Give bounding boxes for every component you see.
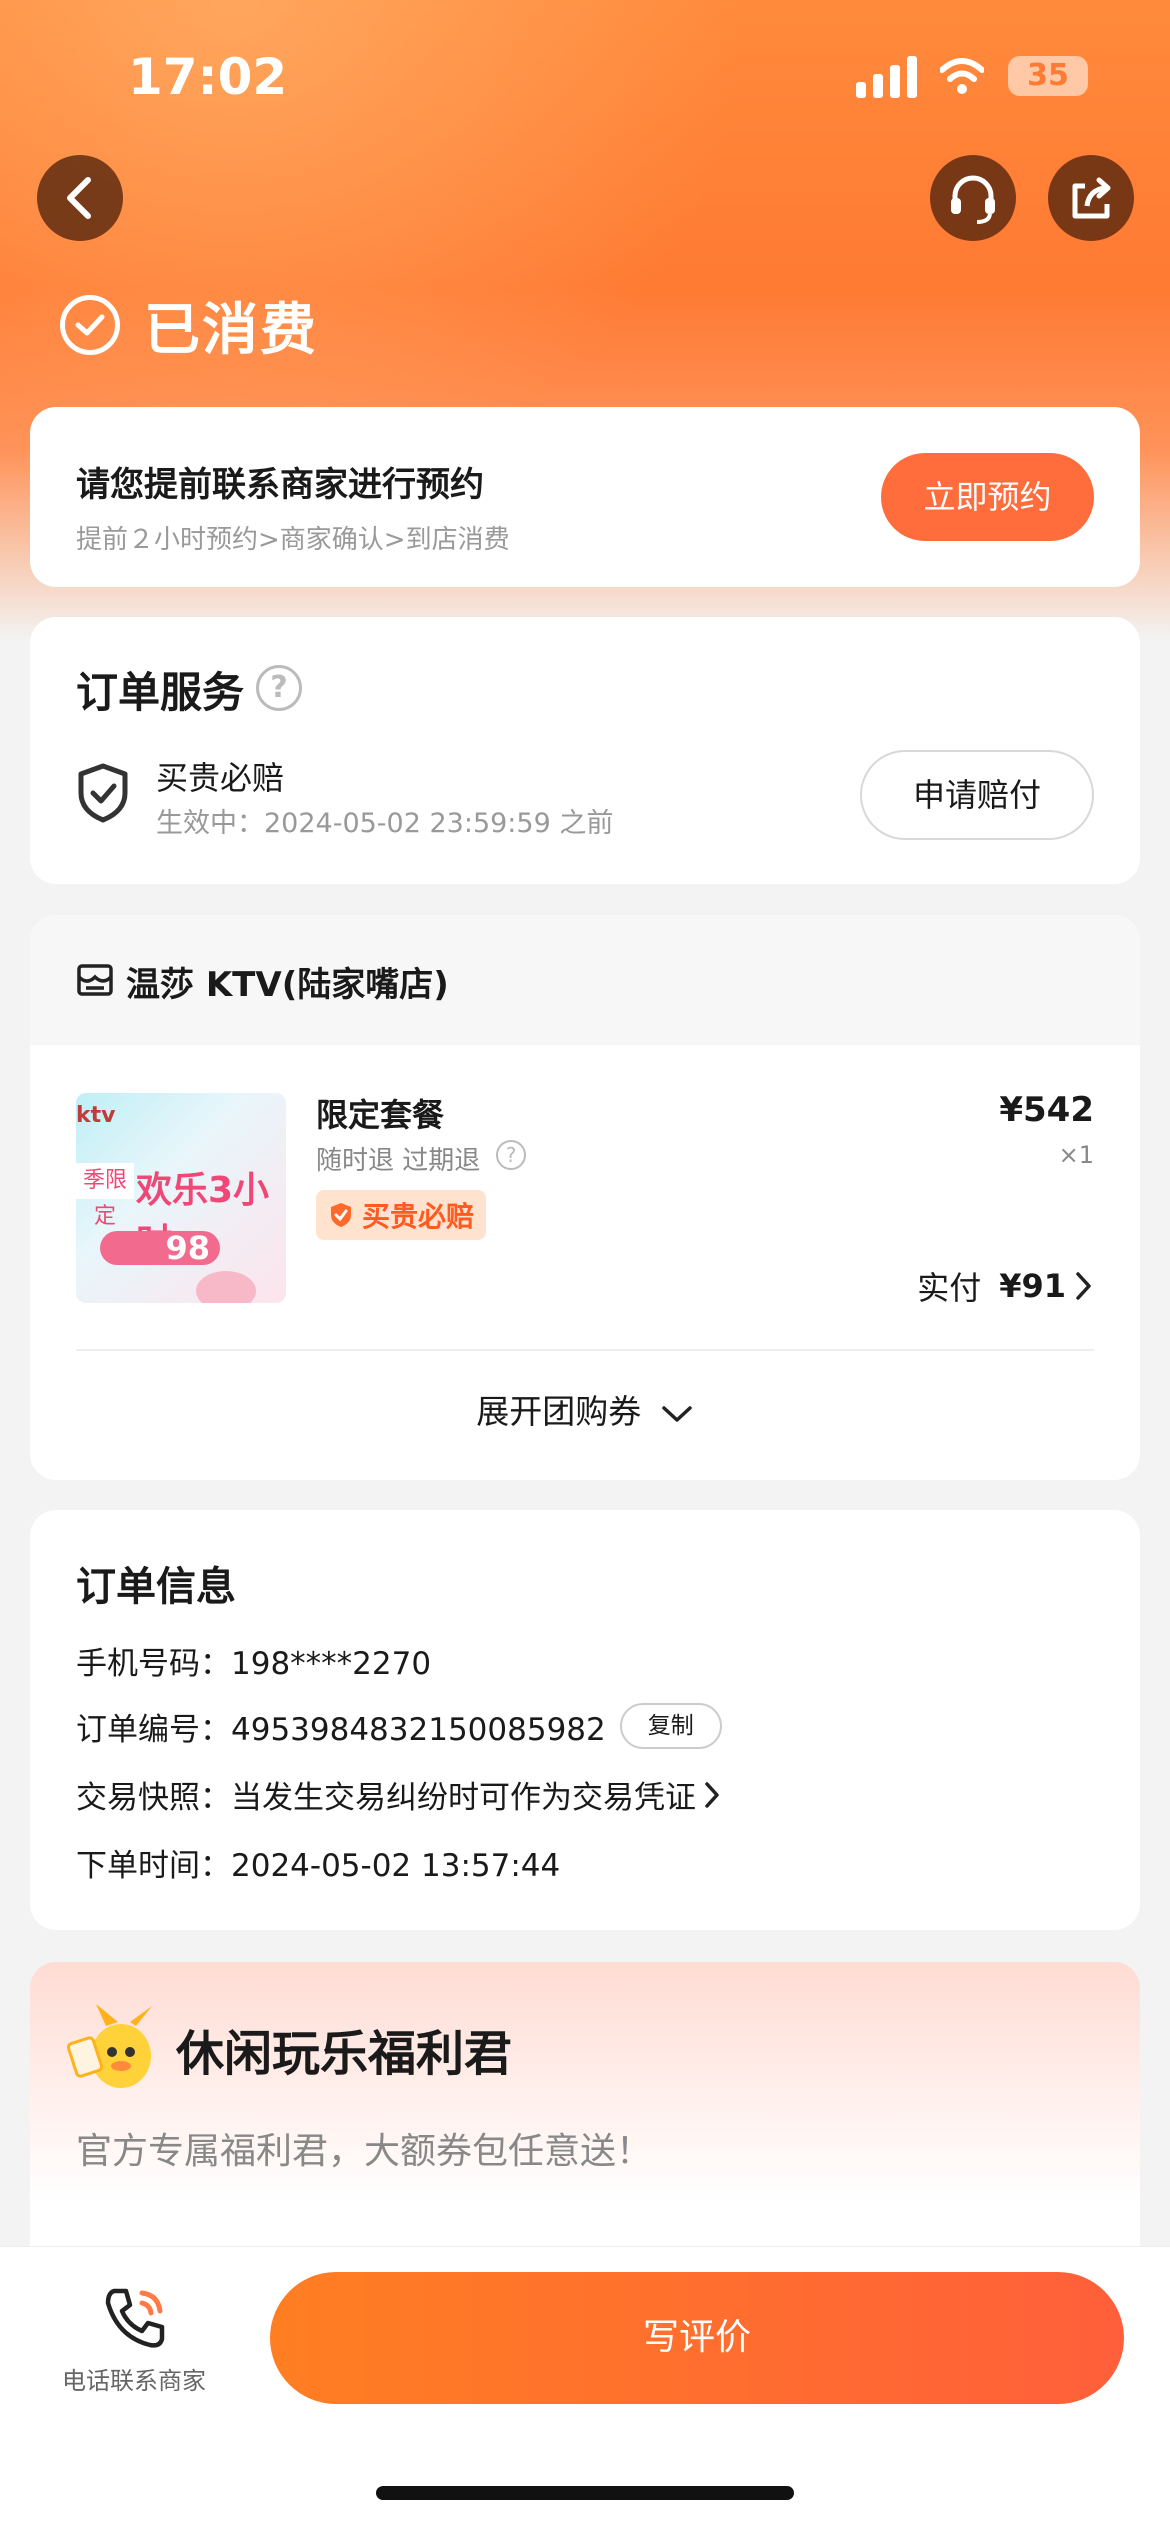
order-number: 订单编号：4953984832150085982	[76, 1711, 606, 1748]
paid-amount-row[interactable]: 实付 ¥91	[917, 1263, 1094, 1309]
product-quantity: ×1	[1058, 1141, 1094, 1169]
thumbnail-price: 98	[100, 1231, 220, 1265]
thumbnail-decoration	[196, 1271, 256, 1303]
divider	[76, 1349, 1094, 1351]
trade-snapshot: 交易快照：当发生交易纠纷时可作为交易凭证	[76, 1780, 696, 1816]
thumbnail-brand: ktv	[76, 1103, 116, 1128]
expand-vouchers-button[interactable]: 展开团购券	[30, 1385, 1140, 1433]
product-price: ¥542	[999, 1090, 1094, 1130]
welfare-title: 休闲玩乐福利君	[176, 2026, 513, 2082]
back-button[interactable]	[37, 155, 123, 241]
status-bar: 17:02 35	[0, 0, 1170, 150]
phone-row: 手机号码：198****2270	[76, 1638, 431, 1683]
expand-vouchers-label: 展开团购券	[476, 1392, 642, 1431]
phone-number: 手机号码：198****2270	[76, 1646, 432, 1682]
booking-steps: 提前２小时预约>商家确认>到店消费	[76, 525, 510, 555]
paid-amount: ¥91	[999, 1267, 1066, 1305]
chevron-right-icon	[1076, 1272, 1091, 1300]
paid-label: 实付	[917, 1269, 982, 1307]
product-thumbnail[interactable]: ktv 季限定 欢乐3小时 98	[76, 1093, 286, 1303]
call-merchant-button[interactable]: 电话联系商家	[46, 2283, 222, 2403]
book-now-button[interactable]: 立即预约	[881, 453, 1094, 541]
store-header[interactable]: 温莎 KTV(陆家嘴店)	[30, 915, 1140, 1045]
copy-button[interactable]: 复制	[619, 1703, 722, 1749]
welfare-subtitle: 官方专属福利君，大额券包任意送！	[76, 2131, 653, 2172]
refund-policy: 随时退 过期退	[316, 1146, 481, 1176]
product-name: 限定套餐	[316, 1096, 445, 1134]
order-info-card: 订单信息 手机号码：198****2270 订单编号：4953984832150…	[30, 1510, 1140, 1930]
store-icon	[77, 964, 113, 996]
claim-compensation-button[interactable]: 申请赔付	[860, 750, 1094, 840]
customer-service-button[interactable]	[930, 155, 1016, 241]
guarantee-badge-label: 买贵必赔	[362, 1200, 475, 1233]
write-review-button[interactable]: 写评价	[270, 2272, 1124, 2404]
home-indicator	[376, 2486, 794, 2500]
chevron-right-icon	[705, 1781, 719, 1808]
wifi-icon	[940, 58, 984, 94]
order-time-row: 下单时间：2024-05-02 13:57:44	[76, 1840, 560, 1885]
call-merchant-label: 电话联系商家	[62, 2367, 206, 2395]
help-icon[interactable]: ?	[256, 665, 302, 711]
mascot-icon	[66, 2004, 152, 2088]
back-icon	[67, 177, 91, 219]
share-button[interactable]	[1048, 155, 1134, 241]
service-validity: 生效中：2024-05-02 23:59:59 之前	[156, 808, 614, 839]
order-service-title: 订单服务	[76, 668, 245, 717]
booking-card: 请您提前联系商家进行预约 提前２小时预约>商家确认>到店消费 立即预约	[30, 407, 1140, 587]
thumbnail-tag: 季限定	[76, 1163, 134, 1229]
refund-help-icon[interactable]: ?	[496, 1140, 526, 1170]
shield-check-icon	[331, 1203, 351, 1227]
signal-icon	[856, 56, 917, 98]
order-time: 下单时间：2024-05-02 13:57:44	[76, 1848, 561, 1884]
check-circle-icon	[60, 295, 120, 355]
snapshot-row[interactable]: 交易快照：当发生交易纠纷时可作为交易凭证	[76, 1772, 722, 1817]
phone-icon	[105, 2288, 165, 2348]
status-time: 17:02	[128, 48, 288, 106]
chevron-down-icon	[662, 1405, 692, 1422]
order-info-title: 订单信息	[76, 1564, 236, 1610]
service-name: 买贵必赔	[156, 759, 285, 797]
store-name: 温莎 KTV(陆家嘴店)	[126, 965, 449, 1005]
product-card: 温莎 KTV(陆家嘴店) ktv 季限定 欢乐3小时 98 限定套餐 随时退 过…	[30, 915, 1140, 1480]
order-status-text: 已消费	[144, 297, 318, 363]
shield-check-icon	[78, 763, 128, 823]
order-status: 已消费	[60, 290, 318, 363]
order-number-row: 订单编号：4953984832150085982 复制	[76, 1703, 722, 1749]
booking-title: 请您提前联系商家进行预约	[76, 465, 484, 505]
share-icon	[1072, 177, 1111, 219]
order-service-card: 订单服务 ? 买贵必赔 生效中：2024-05-02 23:59:59 之前 申…	[30, 617, 1140, 884]
battery-indicator: 35	[1008, 56, 1088, 96]
headset-icon	[951, 175, 995, 224]
guarantee-badge: 买贵必赔	[316, 1190, 487, 1240]
